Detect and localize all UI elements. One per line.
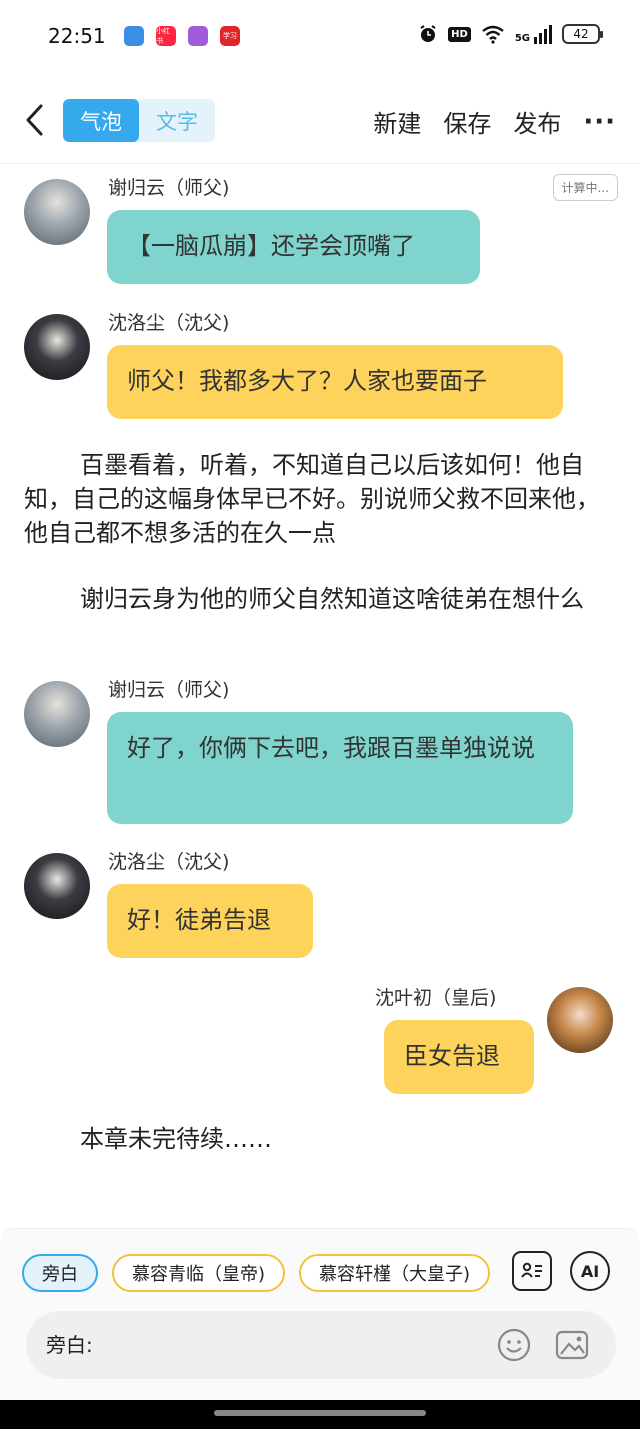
save-button[interactable]: 保存 [443,104,491,139]
avatar-shen-luochen[interactable] [24,853,90,919]
nav-actions: 新建 保存 发布 ··· [373,104,616,139]
composer-panel: 旁白 慕容青临（皇帝) 慕容轩槿（大皇子) AI [0,1228,640,1400]
app-purple-icon [188,26,208,46]
chat-thread: 计算中... 谢归云（师父) 【一脑瓜崩】还学会顶嘴了 沈洛尘（沈父) 师父！我… [0,165,640,1225]
avatar-xie-guiyun[interactable] [24,179,90,245]
status-app-icons: 小红书 学习 [124,26,240,46]
home-indicator[interactable] [214,1410,426,1416]
speaker-name: 沈洛尘（沈父) [108,312,230,334]
chat-bubble[interactable]: 好了，你俩下去吧，我跟百墨单独说说 [107,712,573,824]
narration-text[interactable]: 百墨看着，听着，不知道自己以后该如何！他自知，自己的这幅身体早已不好。别说师父救… [24,448,616,550]
chat-bubble[interactable]: 师父！我都多大了？人家也要面子 [107,345,563,419]
avatar-shen-yechu[interactable] [547,987,613,1053]
battery-icon: 42 [562,24,603,44]
hd-badge: HD [448,26,471,42]
signal-icon: 5G [514,24,552,44]
avatar-xie-guiyun[interactable] [24,681,90,747]
speaker-name: 沈洛尘（沈父) [108,851,230,873]
more-icon[interactable]: ··· [583,107,616,137]
status-bar: 22:51 小红书 学习 HD 5G 42 [0,0,640,72]
speaker-name: 谢归云（师父) [108,679,230,701]
status-time: 22:51 [48,24,106,48]
top-nav-bar: 气泡 文字 新建 保存 发布 ··· [0,86,640,164]
mode-toggle: 气泡 文字 [63,99,215,142]
alarm-icon [420,25,436,42]
narration-text[interactable]: 谢归云身为他的师父自然知道这啥徒弟在想什么 [24,582,616,616]
chat-bubble[interactable]: 臣女告退 [384,1020,534,1094]
chip-murong-qinglin[interactable]: 慕容青临（皇帝) [112,1254,286,1292]
narration-text[interactable]: 本章未完待续…… [24,1122,616,1156]
image-icon[interactable] [554,1327,590,1363]
speaker-chips: 旁白 慕容青临（皇帝) 慕容轩槿（大皇子) [22,1254,492,1292]
mode-bubble-button[interactable]: 气泡 [63,99,139,142]
speaker-name: 谢归云（师父) [108,177,230,199]
chat-bubble[interactable]: 好！徒弟告退 [107,884,313,958]
person-list-icon [521,1262,542,1278]
chip-murong-xuanjin[interactable]: 慕容轩槿（大皇子) [299,1254,491,1292]
message-input-bar [26,1311,616,1379]
ai-button[interactable]: AI [570,1251,610,1291]
chip-narrator[interactable]: 旁白 [22,1254,98,1292]
new-button[interactable]: 新建 [373,104,421,139]
network-label: 5G [514,32,530,44]
back-button[interactable] [18,100,50,140]
message-input[interactable] [46,1311,486,1379]
chat-bubble[interactable]: 【一脑瓜崩】还学会顶嘴了 [107,210,480,284]
chevron-left-icon [26,104,43,136]
status-indicators: HD 5G 42 [418,24,603,44]
mode-text-button[interactable]: 文字 [139,99,215,142]
publish-button[interactable]: 发布 [513,104,561,139]
gesture-bar [0,1400,640,1429]
app-blue-icon [124,26,144,46]
xiaohongshu-icon: 小红书 [156,26,176,46]
emoji-icon[interactable] [496,1327,532,1363]
character-card-icon[interactable] [512,1251,552,1291]
avatar-shen-luochen[interactable] [24,314,90,380]
wifi-icon [482,25,504,44]
calculating-badge: 计算中... [552,174,618,201]
app-red-icon: 学习 [220,26,240,46]
speaker-name: 沈叶初（皇后) [375,987,497,1009]
